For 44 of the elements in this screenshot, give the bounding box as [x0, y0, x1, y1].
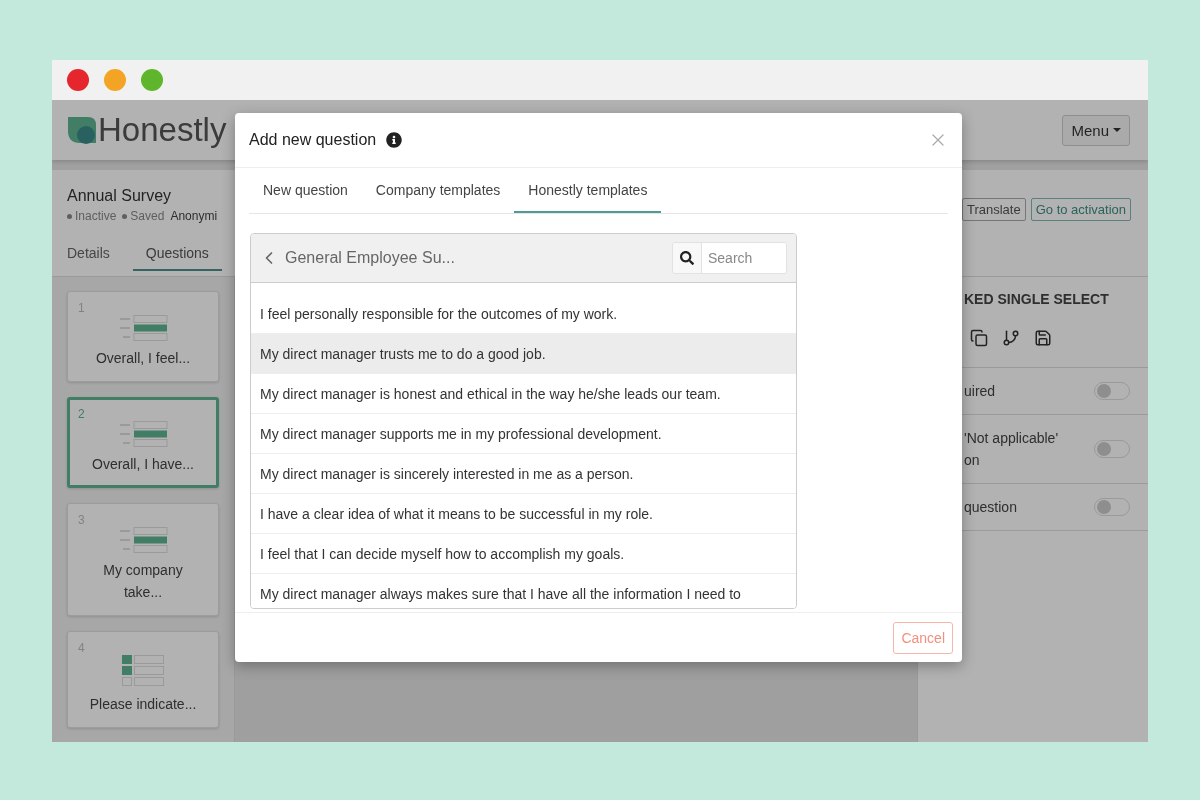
survey-tab[interactable]: Details: [67, 245, 123, 271]
single-select-icon: [118, 527, 168, 553]
checklist-icon: [122, 655, 164, 687]
survey-status: Saved: [130, 209, 165, 223]
setting-toggle[interactable]: [1094, 498, 1130, 516]
single-select-icon: [118, 421, 168, 447]
survey-status: Inactive: [75, 209, 117, 223]
close-window-icon[interactable]: [67, 69, 89, 91]
question-card[interactable]: 2 Overall, I have...: [67, 397, 219, 488]
logo-icon: [66, 115, 96, 145]
template-set-title: General Employee Su...: [285, 249, 455, 267]
question-label: Overall, I feel...: [94, 349, 192, 368]
maximize-window-icon[interactable]: [141, 69, 163, 91]
search-field[interactable]: Search: [672, 242, 787, 274]
single-select-icon: [118, 315, 168, 341]
setting-toggle[interactable]: [1094, 382, 1130, 400]
status-dot-icon: [122, 213, 128, 219]
template-item[interactable]: My direct manager trusts me to do a good job.: [251, 334, 796, 374]
copy-icon[interactable]: [970, 329, 988, 347]
question-type-label: KED SINGLE SELECT: [963, 290, 1110, 307]
question-label: My company take...: [102, 561, 184, 602]
anonymity-label: Anonymi: [170, 209, 218, 223]
question-label: Overall, I have...: [91, 455, 195, 474]
search-icon[interactable]: [680, 251, 694, 265]
translate-button[interactable]: Translate: [961, 198, 1026, 221]
branch-icon[interactable]: [1002, 329, 1020, 347]
setting-label: question: [964, 498, 1017, 517]
setting-toggle[interactable]: [1094, 440, 1130, 458]
survey-tab[interactable]: Questions: [132, 245, 222, 271]
dialog-tab[interactable]: Company templates: [361, 168, 515, 213]
save-icon[interactable]: [1034, 329, 1052, 347]
info-icon[interactable]: [386, 132, 403, 148]
dialog-tab[interactable]: Honestly templates: [514, 168, 662, 213]
dialog-tab[interactable]: New question: [249, 168, 362, 213]
status-dot-icon: [67, 213, 72, 219]
question-number: 2: [78, 407, 85, 421]
caret-icon: [1113, 128, 1121, 132]
dialog-title: Add new question: [249, 131, 377, 149]
menu-button[interactable]: Menu: [1062, 114, 1130, 146]
setting-label: uired: [964, 382, 996, 401]
app-logo: Honestly: [98, 111, 227, 149]
question-label: Please indicate...: [88, 695, 198, 714]
survey-title: Annual Survey: [67, 187, 173, 205]
setting-label: 'Not applicable' on: [964, 429, 1059, 470]
